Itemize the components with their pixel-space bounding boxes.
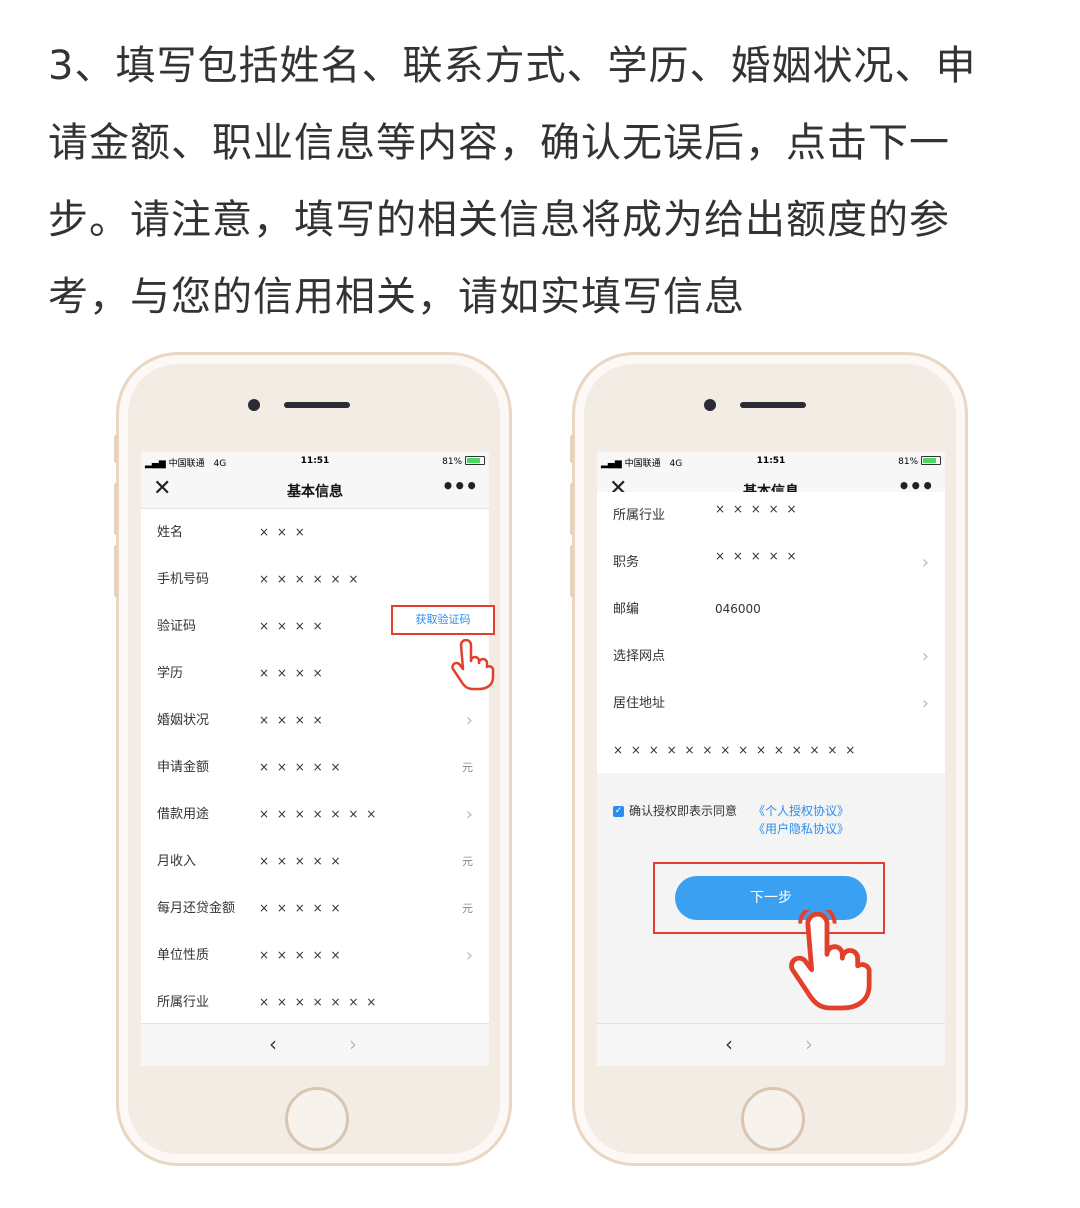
front-camera <box>248 399 260 411</box>
browser-toolbar: ‹ › <box>141 1023 489 1066</box>
form-row-education[interactable]: 学历 × × × × › <box>141 650 489 697</box>
address-detail-input[interactable]: × × × × × × × × × × × × × × <box>597 727 945 773</box>
form-row-name[interactable]: 姓名 × × × <box>141 509 489 556</box>
form-row-monthly-income[interactable]: 月收入 × × × × × 元 <box>141 838 489 885</box>
forward-arrow-icon[interactable]: › <box>349 1032 357 1056</box>
chevron-right-icon: › <box>921 646 929 667</box>
battery-indicator: 81% <box>898 456 941 467</box>
battery-indicator: 81% <box>442 456 485 467</box>
form-row-phone[interactable]: 手机号码 × × × × × × <box>141 556 489 603</box>
chevron-right-icon: › <box>465 710 473 731</box>
form-row-employer-type[interactable]: 单位性质 × × × × × › <box>141 932 489 979</box>
get-verification-code-button[interactable]: 获取验证码 <box>391 605 495 635</box>
instruction-text: 3、填写包括姓名、联系方式、学历、婚姻状况、申 请金额、职业信息等内容，确认无误… <box>48 28 1038 336</box>
volume-down-button <box>114 545 118 597</box>
pointing-hand-icon <box>789 910 872 1011</box>
phone-screen-right: ▂▄▆ 中国联通 4G 11:51 81% ✕ 基本信息 ••• 所属行业 × … <box>597 452 945 1066</box>
chevron-right-icon: › <box>921 552 929 573</box>
mute-switch <box>114 435 118 463</box>
basic-info-form: 姓名 × × × 手机号码 × × × × × × 验证码 × × × × 学历… <box>141 509 489 1026</box>
basic-info-form-scrolled: 所属行业 × × × × × 职务 × × × × × › 邮编 046000 … <box>597 492 945 773</box>
status-bar: ▂▄▆ 中国联通 4G 11:51 81% <box>597 452 945 472</box>
nav-bar: ✕ 基本信息 ••• <box>141 472 489 509</box>
chevron-right-icon: › <box>465 804 473 825</box>
personal-authorization-link[interactable]: 《个人授权协议》 <box>753 802 849 819</box>
earpiece-speaker <box>284 402 350 408</box>
status-time: 11:51 <box>300 456 330 466</box>
back-arrow-icon[interactable]: ‹ <box>725 1032 733 1056</box>
form-row-industry[interactable]: 所属行业 × × × × × × × <box>141 979 489 1026</box>
instruction-line-1: 3、填写包括姓名、联系方式、学历、婚姻状况、申 <box>48 43 977 89</box>
form-row-marital-status[interactable]: 婚姻状况 × × × × › <box>141 697 489 744</box>
battery-icon <box>921 456 941 465</box>
agreement-text: 确认授权即表示同意 <box>629 804 738 818</box>
home-button <box>741 1087 805 1151</box>
form-row-monthly-repayment[interactable]: 每月还贷金额 × × × × × 元 <box>141 885 489 932</box>
instruction-line-3: 步。请注意，填写的相关信息将成为给出额度的参 <box>48 197 950 243</box>
form-row-industry[interactable]: 所属行业 × × × × × <box>597 492 945 539</box>
form-row-select-branch[interactable]: 选择网点 › <box>597 633 945 680</box>
agreement-section: ✓ 确认授权即表示同意 《个人授权协议》 《用户隐私协议》 <box>597 782 945 852</box>
front-camera <box>704 399 716 411</box>
chevron-right-icon: › <box>465 945 473 966</box>
volume-up-button <box>114 483 118 535</box>
home-button <box>285 1087 349 1151</box>
status-bar: ▂▄▆ 中国联通 4G 11:51 81% <box>141 452 489 472</box>
phone-screen-left: ▂▄▆ 中国联通 4G 11:51 81% ✕ 基本信息 ••• 姓名 × × … <box>141 452 489 1066</box>
pointing-hand-icon <box>451 639 495 691</box>
more-icon[interactable]: ••• <box>442 474 478 498</box>
form-row-residential-address[interactable]: 居住地址 › <box>597 680 945 727</box>
form-row-loan-amount[interactable]: 申请金额 × × × × × 元 <box>141 744 489 791</box>
phone-mockup-right: ▂▄▆ 中国联通 4G 11:51 81% ✕ 基本信息 ••• 所属行业 × … <box>570 352 968 1166</box>
page-title: 基本信息 <box>287 484 343 500</box>
form-row-postal-code[interactable]: 邮编 046000 <box>597 586 945 633</box>
back-arrow-icon[interactable]: ‹ <box>269 1032 277 1056</box>
browser-toolbar: ‹ › <box>597 1023 945 1066</box>
forward-arrow-icon[interactable]: › <box>805 1032 813 1056</box>
instruction-line-2: 请金额、职业信息等内容，确认无误后，点击下一 <box>48 120 950 166</box>
status-time: 11:51 <box>756 456 786 466</box>
user-privacy-link[interactable]: 《用户隐私协议》 <box>753 820 849 837</box>
mute-switch <box>570 435 574 463</box>
checkbox-checked-icon[interactable]: ✓ <box>613 806 624 817</box>
form-row-position[interactable]: 职务 × × × × × › <box>597 539 945 586</box>
battery-icon <box>465 456 485 465</box>
volume-up-button <box>570 483 574 535</box>
chevron-right-icon: › <box>921 693 929 714</box>
phone-mockup-left: ▂▄▆ 中国联通 4G 11:51 81% ✕ 基本信息 ••• 姓名 × × … <box>114 352 512 1166</box>
volume-down-button <box>570 545 574 597</box>
form-row-loan-purpose[interactable]: 借款用途 × × × × × × × › <box>141 791 489 838</box>
instruction-line-4: 考，与您的信用相关，请如实填写信息 <box>48 274 745 320</box>
earpiece-speaker <box>740 402 806 408</box>
